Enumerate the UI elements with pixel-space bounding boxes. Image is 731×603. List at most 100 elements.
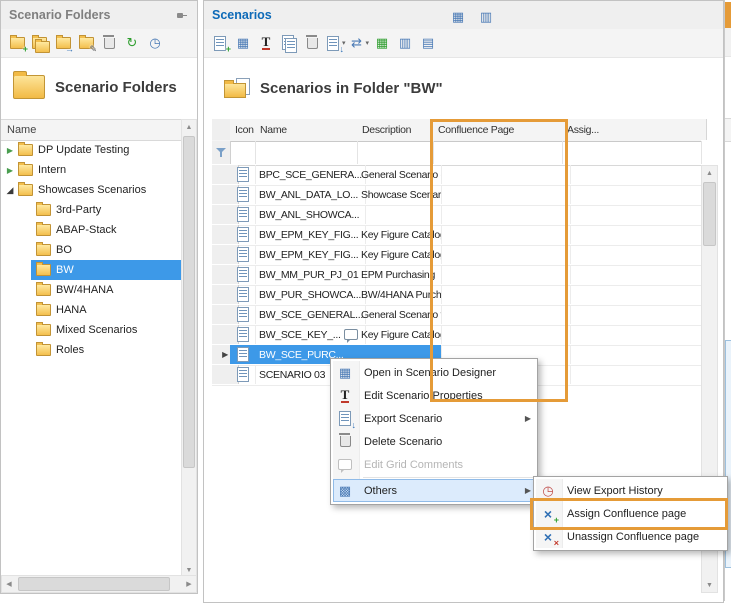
scroll-left-button[interactable]: ◀ — [2, 576, 16, 592]
scroll-thumb[interactable] — [703, 182, 716, 246]
folder-tree-item-mixed-scenarios[interactable]: Mixed Scenarios — [1, 320, 181, 340]
menu-item-edit-scenario-properties[interactable]: TEdit Scenario Properties — [333, 384, 535, 407]
copy-scenario-button[interactable] — [279, 32, 299, 54]
folders-name-column-header[interactable]: Name — [1, 119, 187, 141]
tree-collapsed-arrow-icon[interactable]: ▶ — [3, 146, 17, 155]
scroll-up-button[interactable]: ▲ — [182, 120, 196, 134]
doc-icon — [235, 267, 251, 283]
grid-layout-button[interactable]: ▤ — [418, 32, 438, 54]
pin-icon[interactable] — [176, 10, 188, 22]
folder-plus-icon: + — [9, 35, 25, 51]
scenario-row-bw-anl-data-lo[interactable]: BW_ANL_DATA_LO...Showcase Scenario... — [212, 185, 701, 206]
new-folder-button[interactable]: + — [7, 32, 27, 54]
doc-export-icon: ↓ — [337, 411, 353, 427]
doc-icon — [235, 247, 251, 263]
scenario-description-cell: General Scenario o... — [357, 165, 442, 184]
scenario-row-bw-pur-showca[interactable]: BW_PUR_SHOWCA...BW/4HANA Purcha... — [212, 285, 701, 306]
folder-icon — [17, 182, 33, 198]
column-header-confluence[interactable]: Confluence Page — [433, 119, 568, 140]
folder-tree-item-showcases-scenarios[interactable]: ◢Showcases Scenarios — [1, 180, 181, 200]
move-folder-button[interactable]: → — [53, 32, 73, 54]
edit-properties-button[interactable]: T — [256, 32, 276, 54]
scroll-thumb[interactable] — [183, 136, 195, 468]
folder-tree-item-3rd-party[interactable]: 3rd-Party — [1, 200, 181, 220]
menu-item-view-export-history[interactable]: ◷View Export History — [536, 479, 725, 502]
scenario-assigned-cell — [562, 305, 710, 324]
column-header-assigned[interactable]: Assig... — [562, 119, 707, 140]
folder-tree-item-hana[interactable]: HANA — [1, 300, 181, 320]
menu-item-others[interactable]: ▩Others▶ — [333, 479, 535, 502]
menu-item-edit-grid-comments[interactable]: Edit Grid Comments — [333, 453, 535, 476]
column-header-name[interactable]: Name — [255, 119, 363, 140]
scenario-row-bw-epm-key-fig[interactable]: BW_EPM_KEY_FIG...Key Figure Catalog — [212, 245, 701, 266]
tree-collapsed-arrow-icon[interactable]: ▶ — [3, 166, 17, 175]
scenario-row-bw-sce-general[interactable]: BW_SCE_GENERAL...General Scenario f... — [212, 305, 701, 326]
scenario-description-cell: Key Figure Catalog... — [357, 325, 442, 344]
delete-scenario-button[interactable] — [302, 32, 322, 54]
copy-folder-button[interactable] — [30, 32, 50, 54]
new-scenario-button[interactable]: + — [210, 32, 230, 54]
tree-expanded-arrow-icon[interactable]: ◢ — [3, 185, 17, 196]
scroll-down-button[interactable]: ▼ — [702, 578, 717, 592]
filter-cell-assigned[interactable] — [562, 141, 702, 164]
scenario-name-cell: BW_ANL_SHOWCA... — [255, 205, 366, 224]
scenario-description-cell: General Scenario f... — [357, 305, 442, 324]
menu-item-export-scenario[interactable]: ↓Export Scenario▶ — [333, 407, 535, 430]
transport-scenario-button[interactable]: ⇄▾ — [349, 32, 370, 54]
scenario-row-bw-epm-key-fig[interactable]: BW_EPM_KEY_FIG...Key Figure Catalog... — [212, 225, 701, 246]
import-view-button[interactable]: ▥ — [476, 6, 496, 28]
scenario-row-bpc-sce-genera[interactable]: BPC_SCE_GENERA...General Scenario o... — [212, 165, 701, 186]
scenario-assigned-cell — [562, 285, 710, 304]
scenario-icon-cell — [230, 365, 256, 384]
export-view-button[interactable]: ▦ — [448, 6, 468, 28]
folder-tree-item-bo[interactable]: BO — [1, 240, 181, 260]
scenario-row-bw-mm-pur-pj-01[interactable]: BW_MM_PUR_PJ_01EPM Purchasing — [212, 265, 701, 286]
filter-cell-description[interactable] — [357, 141, 434, 164]
submenu-arrow-icon: ▶ — [525, 486, 531, 495]
folders-horizontal-scrollbar: ◀ ▶ — [1, 575, 197, 593]
scenario-description: EPM Purchasing — [361, 269, 435, 281]
doc-icon — [235, 307, 251, 323]
grid-import-icon: ▥ — [397, 35, 413, 51]
filter-cell-confluence[interactable] — [433, 141, 563, 164]
scroll-right-button[interactable]: ▶ — [182, 576, 196, 592]
rename-folder-button[interactable]: ✎ — [76, 32, 96, 54]
folder-tree-item-intern[interactable]: ▶Intern — [1, 160, 181, 180]
scroll-up-button[interactable]: ▲ — [702, 166, 717, 180]
menu-item-unassign-confluence-page[interactable]: ××Unassign Confluence page — [536, 525, 725, 548]
scenario-icon-cell — [230, 205, 256, 224]
menu-item-open-in-scenario-designer[interactable]: ▦Open in Scenario Designer — [333, 361, 535, 384]
folder-tree-item-bw[interactable]: BW — [1, 260, 181, 280]
scenario-description-cell: Showcase Scenario... — [357, 185, 442, 204]
menu-item-label: Edit Scenario Properties — [364, 390, 483, 402]
history-icon: ◷ — [540, 483, 556, 499]
folder-tree-item-bw-4hana[interactable]: BW/4HANA — [1, 280, 181, 300]
scenario-icon-cell — [230, 305, 256, 324]
filter-indicator-cell[interactable] — [212, 141, 231, 164]
menu-item-delete-scenario[interactable]: Delete Scenario — [333, 430, 535, 453]
folder-tree-item-abap-stack[interactable]: ABAP-Stack — [1, 220, 181, 240]
delete-folder-button[interactable] — [99, 32, 119, 54]
column-header-description[interactable]: Description — [357, 119, 439, 140]
filter-cell-name[interactable] — [255, 141, 358, 164]
folder-tree-item-dp-update-testing[interactable]: ▶ DP Update Testing — [1, 140, 181, 160]
scenario-row-bw-anl-showca[interactable]: BW_ANL_SHOWCA... — [212, 205, 701, 226]
scroll-thumb[interactable] — [18, 577, 170, 591]
scenario-name-cell: BW_EPM_KEY_FIG... — [255, 225, 366, 244]
scenarios-header-icons: ▦▥ — [448, 6, 496, 28]
folder-name: 3rd-Party — [56, 204, 101, 216]
folder-name: DP Update Testing — [38, 144, 129, 156]
export-scenario-button[interactable]: ↓▾ — [325, 32, 346, 54]
folder-tree-item-roles[interactable]: Roles — [1, 340, 181, 360]
refresh-folders-button[interactable]: ↻ — [122, 32, 142, 54]
export-excel-button[interactable]: ▦ — [372, 32, 392, 54]
open-designer-button[interactable]: ▦ — [233, 32, 253, 54]
folder-icon — [35, 342, 51, 358]
menu-item-assign-confluence-page[interactable]: ×+Assign Confluence page — [536, 502, 725, 525]
clock-icon: ◷ — [147, 35, 163, 51]
transport-icon: ⇄ — [349, 35, 365, 51]
scenario-row-bw-sce-key[interactable]: BW_SCE_KEY_...Key Figure Catalog... — [212, 325, 701, 346]
import-scenario-button[interactable]: ▥ — [395, 32, 415, 54]
scheduler-button[interactable]: ◷ — [145, 32, 165, 54]
filter-cell-icon[interactable] — [230, 141, 256, 164]
